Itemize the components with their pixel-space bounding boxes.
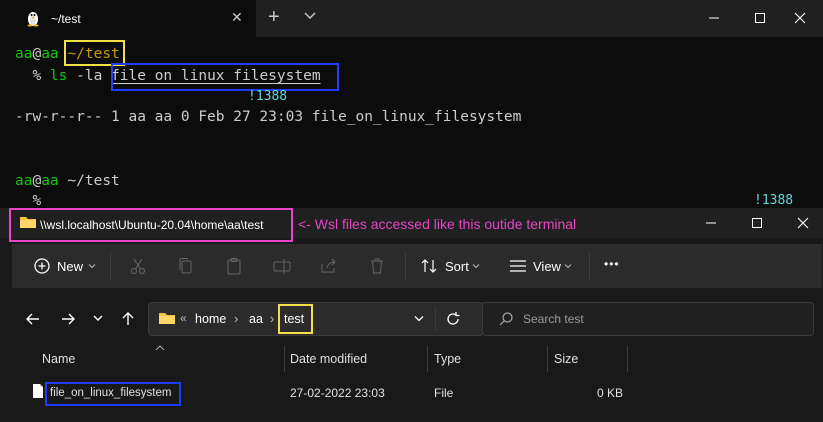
column-header-date-modified[interactable]: Date modified bbox=[290, 352, 367, 366]
new-button[interactable]: New bbox=[57, 259, 83, 274]
linux-penguin-icon bbox=[27, 12, 39, 27]
prompt-line-2: aa@aa ~/test bbox=[15, 172, 120, 190]
file-size: 0 KB bbox=[597, 386, 624, 400]
view-button[interactable]: View bbox=[533, 259, 561, 274]
sort-icon[interactable] bbox=[419, 256, 439, 276]
chevron-down-icon[interactable] bbox=[303, 9, 317, 23]
column-divider[interactable] bbox=[427, 346, 428, 372]
new-chevron-down-icon[interactable] bbox=[88, 262, 96, 270]
breadcrumb-home[interactable]: home bbox=[195, 312, 226, 326]
divider bbox=[110, 252, 111, 280]
more-options-button[interactable]: ••• bbox=[604, 257, 620, 271]
search-placeholder[interactable]: Search test bbox=[523, 312, 584, 326]
prompt-dir-2: ~/test bbox=[67, 173, 120, 189]
column-divider[interactable] bbox=[547, 346, 548, 372]
file-name-highlight-box bbox=[45, 382, 181, 406]
back-arrow-icon[interactable] bbox=[25, 311, 41, 327]
search-box[interactable]: Search test bbox=[482, 302, 814, 336]
rename-icon[interactable] bbox=[272, 256, 292, 276]
column-header-size[interactable]: Size bbox=[554, 352, 578, 366]
prompt-user: aa bbox=[15, 46, 33, 62]
cut-icon[interactable] bbox=[128, 256, 148, 276]
path-highlight-box bbox=[9, 208, 293, 242]
address-overflow-chevrons[interactable]: « bbox=[180, 311, 187, 325]
ls-output-line: -rw-r--r-- 1 aa aa 0 Feb 27 23:03 file_o… bbox=[15, 109, 522, 125]
delete-icon[interactable] bbox=[367, 256, 387, 276]
annotation-text: <- Wsl files accessed like this outide t… bbox=[298, 216, 577, 232]
column-divider[interactable] bbox=[627, 346, 628, 372]
explorer-maximize-button[interactable] bbox=[734, 205, 780, 240]
terminal-tab[interactable]: ~/test ✕ bbox=[0, 0, 256, 37]
view-chevron-down-icon[interactable] bbox=[564, 262, 572, 270]
history-number: !1388 bbox=[248, 89, 288, 104]
command-flag: -la bbox=[67, 68, 112, 84]
share-icon[interactable] bbox=[319, 256, 339, 276]
copy-icon[interactable] bbox=[176, 256, 196, 276]
tab-close-icon[interactable]: ✕ bbox=[231, 9, 243, 26]
address-folder-icon bbox=[159, 313, 175, 324]
command-bar: New Sort View ••• bbox=[12, 244, 822, 288]
file-date-modified: 27-02-2022 23:03 bbox=[290, 386, 385, 400]
terminal-window: ~/test ✕ + aa@aa ~/test % ls -la file_on… bbox=[0, 0, 823, 209]
prompt-host: aa bbox=[41, 46, 59, 62]
breadcrumb-separator: › bbox=[270, 311, 275, 326]
divider bbox=[435, 307, 436, 331]
terminal-titlebar: ~/test ✕ + bbox=[0, 0, 823, 37]
divider bbox=[589, 252, 590, 280]
prompt-at: @ bbox=[32, 46, 42, 62]
terminal-minimize-button[interactable] bbox=[691, 0, 737, 35]
new-plus-icon[interactable] bbox=[32, 256, 52, 276]
file-type: File bbox=[434, 386, 454, 400]
sort-ascending-icon bbox=[155, 345, 165, 351]
file-explorer-window: \\wsl.localhost\Ubuntu-20.04\home\aa\tes… bbox=[0, 208, 823, 422]
sort-chevron-down-icon[interactable] bbox=[472, 262, 480, 270]
explorer-close-button[interactable] bbox=[780, 205, 823, 240]
terminal-close-button[interactable] bbox=[777, 0, 823, 35]
prompt-at-2: @ bbox=[32, 173, 42, 189]
refresh-icon[interactable] bbox=[445, 311, 461, 327]
breadcrumb-highlight-box bbox=[278, 304, 313, 334]
breadcrumb-separator: › bbox=[234, 311, 239, 326]
address-bar[interactable]: « home › aa › test bbox=[148, 302, 484, 336]
file-icon bbox=[33, 384, 43, 398]
prompt-host-2: aa bbox=[41, 173, 59, 189]
command-prompt-percent: % bbox=[15, 68, 50, 84]
explorer-titlebar: \\wsl.localhost\Ubuntu-20.04\home\aa\tes… bbox=[0, 205, 823, 242]
forward-arrow-icon[interactable] bbox=[60, 311, 76, 327]
breadcrumb-aa[interactable]: aa bbox=[249, 312, 263, 326]
command-name: ls bbox=[49, 68, 68, 84]
navigation-area: « home › aa › test Search test Name Date… bbox=[12, 288, 822, 422]
column-divider[interactable] bbox=[284, 346, 285, 372]
sort-button[interactable]: Sort bbox=[445, 259, 469, 274]
divider bbox=[405, 252, 406, 280]
view-icon[interactable] bbox=[508, 256, 528, 276]
column-header-type[interactable]: Type bbox=[434, 352, 461, 366]
explorer-minimize-button[interactable] bbox=[688, 205, 734, 240]
up-arrow-icon[interactable] bbox=[120, 311, 136, 327]
prompt-user-2: aa bbox=[15, 173, 33, 189]
address-dropdown-chevron-icon[interactable] bbox=[413, 315, 425, 323]
command-arg-highlight-box bbox=[111, 63, 339, 91]
new-tab-icon[interactable]: + bbox=[268, 6, 280, 29]
recent-locations-chevron-icon[interactable] bbox=[92, 314, 104, 324]
terminal-tab-title: ~/test bbox=[51, 12, 81, 26]
column-header-name[interactable]: Name bbox=[42, 352, 75, 366]
search-icon bbox=[499, 312, 513, 326]
paste-icon[interactable] bbox=[224, 256, 244, 276]
